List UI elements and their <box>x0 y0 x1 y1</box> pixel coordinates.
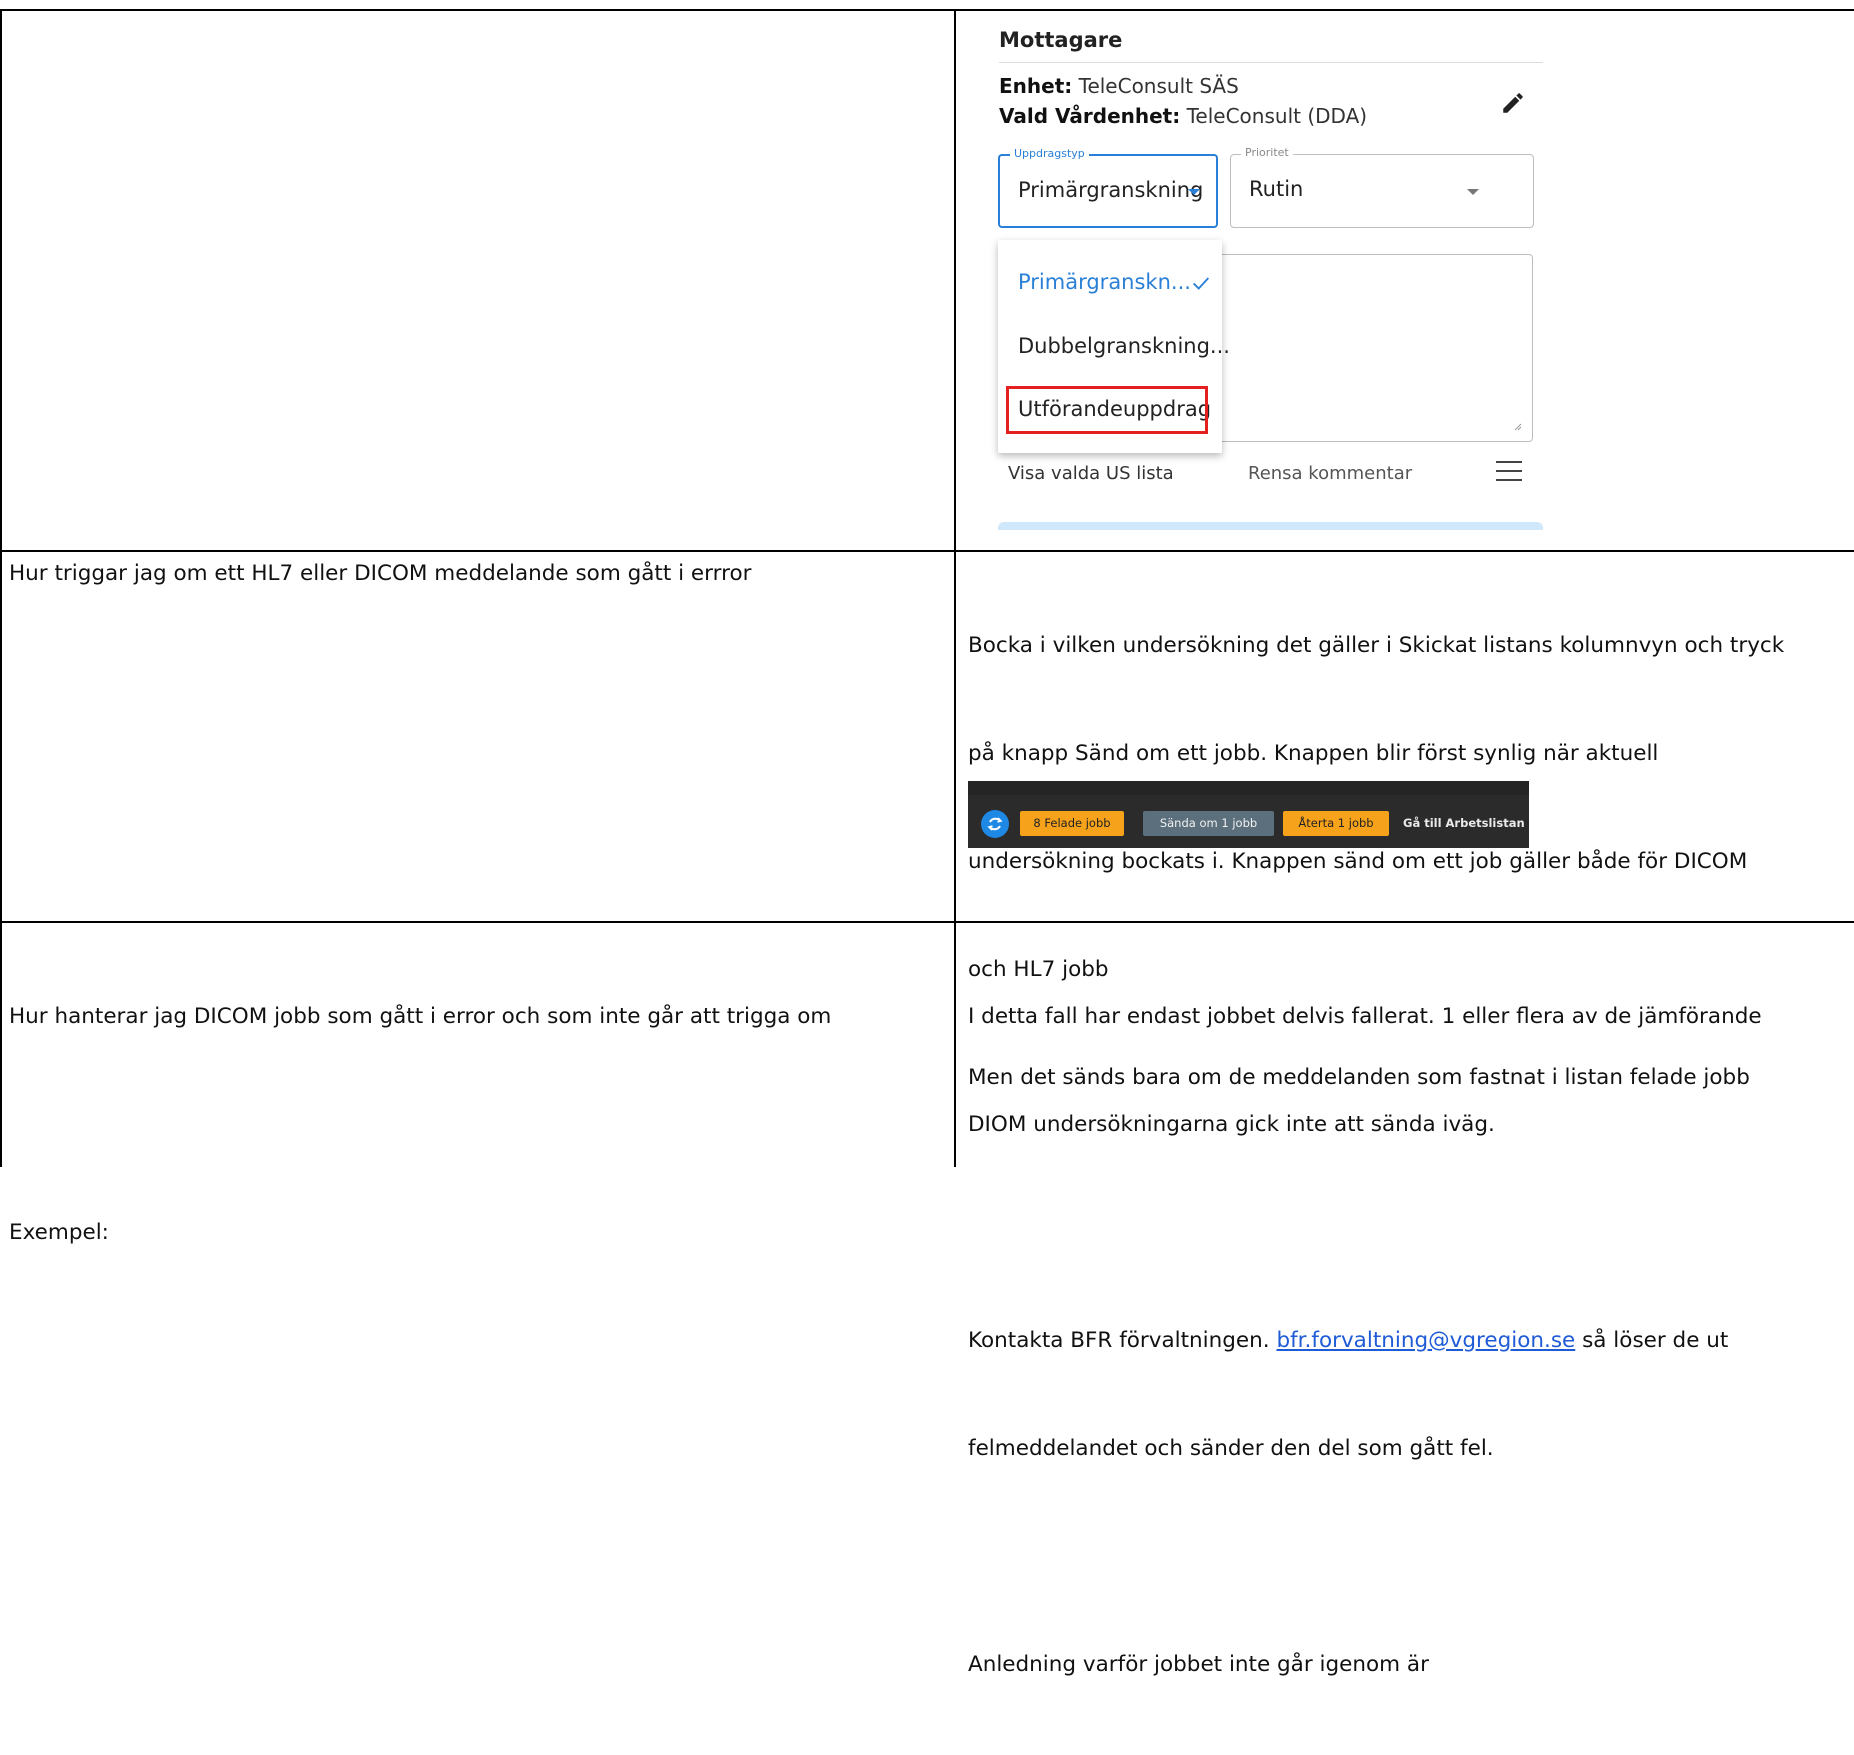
row2-contact-line2: felmeddelandet och sänder den del som gå… <box>968 1436 1494 1461</box>
assignment-type-label: Uppdragstyp <box>1010 147 1089 160</box>
check-icon <box>1193 277 1210 290</box>
row2-answer-line: I detta fall har endast jobbet delvis fa… <box>968 1004 1762 1029</box>
row1-answer-line: undersökning bockats i. Knappen sänd om … <box>968 849 1748 874</box>
priority-value: Rutin <box>1249 177 1304 201</box>
email-link[interactable]: bfr.forvaltning@vgregion.se <box>1276 1328 1575 1353</box>
unit-label: Enhet: <box>999 74 1073 98</box>
table-border-left <box>0 9 2 1167</box>
row2-question-text: Hur hanterar jag DICOM jobb som gått i e… <box>9 1004 832 1029</box>
table-border-middle <box>954 9 956 1167</box>
contact-suffix: så löser de ut <box>1575 1328 1729 1353</box>
row1-answer-line: på knapp Sänd om ett jobb. Knappen blir … <box>968 741 1659 766</box>
table-border-row1 <box>0 550 1854 552</box>
clear-comment-link[interactable]: Rensa kommentar <box>1248 463 1412 484</box>
goto-worklist-link[interactable]: Gå till Arbetslistan <box>1403 811 1525 836</box>
unit-value: TeleConsult SÄS <box>1072 74 1239 98</box>
pencil-icon[interactable] <box>1500 90 1526 116</box>
refresh-icon[interactable] <box>981 810 1009 838</box>
priority-label: Prioritet <box>1241 146 1293 159</box>
care-unit-line: Vald Vårdenhet: TeleConsult (DDA) <box>999 104 1367 128</box>
row1-answer-line: Bocka i vilken undersökning det gäller i… <box>968 633 1785 658</box>
contact-prefix: Kontakta BFR förvaltningen. <box>968 1328 1277 1353</box>
row2-example-label: Exempel: <box>9 1220 109 1245</box>
assignment-type-value: Primärgranskning <box>1018 178 1204 202</box>
comment-textarea[interactable] <box>1214 254 1533 442</box>
priority-select[interactable]: Prioritet Rutin <box>1230 146 1534 228</box>
caret-down-icon <box>1188 189 1200 195</box>
row2-question: Hur hanterar jag DICOM jobb som gått i e… <box>9 927 949 1323</box>
care-unit-value: TeleConsult (DDA) <box>1180 104 1368 128</box>
toolbar-top-band <box>968 781 1529 795</box>
resend-job-button[interactable]: Sända om 1 jobb <box>1143 811 1274 836</box>
recipient-form-screenshot: Mottagare Enhet: TeleConsult SÄS Vald Vå… <box>986 12 1546 532</box>
show-selected-list-link[interactable]: Visa valda US lista <box>1008 463 1174 484</box>
job-toolbar-screenshot: 8 Felade jobb Sända om 1 jobb Återta 1 j… <box>968 781 1529 848</box>
action-bar-edge <box>998 522 1543 530</box>
row2-reason-line: Anledning varför jobbet inte går igenom … <box>968 1652 1429 1677</box>
failed-jobs-button[interactable]: 8 Felade jobb <box>1020 811 1124 836</box>
assignment-type-select[interactable]: Uppdragstyp Primärgranskning <box>998 147 1218 228</box>
document-page: Mottagare Enhet: TeleConsult SÄS Vald Vå… <box>0 0 1854 1677</box>
row2-answer: I detta fall har endast jobbet delvis fa… <box>968 927 1854 1755</box>
menu-icon[interactable] <box>1496 459 1522 483</box>
row2-answer-line: DIOM undersökningarna gick inte att sänd… <box>968 1112 1495 1137</box>
menu-item-dubbelgranskning[interactable]: Dubbelgranskning... <box>1018 334 1230 358</box>
retract-job-button[interactable]: Återta 1 jobb <box>1283 811 1389 836</box>
resize-handle-icon[interactable] <box>1512 421 1522 431</box>
caret-down-icon <box>1467 189 1479 195</box>
row2-contact-line: Kontakta BFR förvaltningen. bfr.forvaltn… <box>968 1323 1854 1359</box>
menu-item-primargranskning[interactable]: Primärgranskn... <box>1018 270 1191 294</box>
form-title: Mottagare <box>999 28 1123 52</box>
table-border-top <box>0 9 1854 11</box>
care-unit-label: Vald Vårdenhet: <box>999 104 1181 128</box>
unit-line: Enhet: TeleConsult SÄS <box>999 74 1239 98</box>
title-divider <box>999 62 1543 63</box>
highlight-box <box>1006 386 1208 434</box>
row1-question: Hur triggar jag om ett HL7 eller DICOM m… <box>9 561 752 586</box>
assignment-type-menu: Primärgranskn... Dubbelgranskning... Utf… <box>998 240 1230 453</box>
